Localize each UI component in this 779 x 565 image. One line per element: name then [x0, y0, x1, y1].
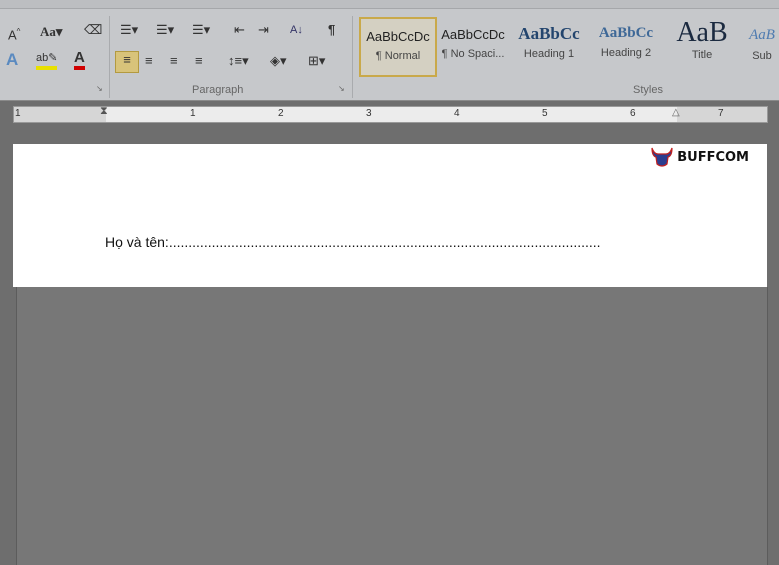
justify-icon[interactable]: ≡ [195, 53, 203, 69]
style-normal[interactable]: AaBbCcDc ¶ Normal [359, 17, 437, 77]
highlight-icon[interactable]: ab✎ [36, 50, 58, 70]
ribbon: A^ Aa▾ ⌫ A ab✎ A ☰▾ ☰▾ ☰▾ ⇤ ⇥ A↓ ¶ ≡ ≡ ≡… [0, 0, 779, 101]
style-label: ¶ No Spaci... [441, 48, 505, 60]
text-effects-icon[interactable]: A [6, 51, 18, 68]
style-preview: AaBbCc [518, 24, 580, 43]
right-indent-marker-icon[interactable]: △ [672, 107, 680, 118]
change-case-label: Aa [40, 24, 56, 39]
change-case-icon[interactable]: Aa▾ [40, 24, 62, 40]
font-color-icon[interactable]: A [74, 50, 85, 70]
bull-logo-icon [651, 147, 673, 167]
ruler-number: 1 [190, 108, 196, 119]
style-subtitle[interactable]: AaB Sub [742, 17, 779, 73]
style-heading-1[interactable]: AaBbCc Heading 1 [512, 17, 586, 73]
font-color-label: A [74, 49, 85, 66]
grow-font-icon[interactable]: A^ [8, 24, 20, 43]
ribbon-tab-strip [0, 0, 779, 9]
ruler-number: 7 [718, 108, 724, 119]
style-label: Heading 1 [523, 48, 575, 60]
sort-icon[interactable]: A↓ [290, 22, 303, 38]
divider [352, 16, 353, 98]
align-right-icon[interactable]: ≡ [170, 53, 178, 69]
decrease-indent-icon[interactable]: ⇤ [234, 22, 245, 38]
paragraph-dialog-launcher-icon[interactable]: ↘ [338, 84, 345, 93]
ruler-number: 1 [15, 108, 21, 119]
style-preview: AaBbCcDc [441, 27, 505, 42]
ruler-number: 2 [278, 108, 284, 119]
style-label: ¶ Normal [375, 50, 421, 62]
bullets-icon[interactable]: ☰▾ [120, 22, 138, 38]
style-no-spacing[interactable]: AaBbCcDc ¶ No Spaci... [436, 17, 510, 73]
style-label: Title [691, 49, 713, 61]
highlight-label: ab [36, 52, 49, 64]
logo-text: BUFFCOM [677, 149, 749, 165]
clear-formatting-icon[interactable]: ⌫ [84, 22, 102, 38]
style-label: Sub [752, 50, 772, 62]
styles-group-label: Styles [633, 84, 663, 96]
line-spacing-icon[interactable]: ↕≡▾ [228, 53, 249, 69]
style-title[interactable]: AaB Title [665, 17, 739, 73]
align-left-icon[interactable]: ≡ [115, 51, 139, 73]
borders-icon[interactable]: ⊞▾ [308, 53, 325, 69]
ruler-number: 5 [542, 108, 548, 119]
document-page-dimmed [16, 287, 768, 565]
style-preview: AaB [749, 27, 775, 43]
style-preview: AaBbCc [598, 25, 654, 41]
horizontal-ruler[interactable]: 1 1 2 3 4 5 6 7 ⧗ △ [13, 105, 768, 123]
divider [109, 16, 110, 98]
ruler-number: 4 [454, 108, 460, 119]
style-preview: AaB [676, 17, 728, 48]
font-dialog-launcher-icon[interactable]: ↘ [96, 84, 103, 93]
align-center-icon[interactable]: ≡ [145, 53, 153, 69]
increase-indent-icon[interactable]: ⇥ [258, 22, 269, 38]
paragraph-group-label: Paragraph [192, 84, 244, 96]
indent-marker-icon[interactable]: ⧗ [100, 105, 108, 118]
name-field-line[interactable]: Họ và tên:..............................… [105, 234, 601, 250]
style-heading-2[interactable]: AaBbCc Heading 2 [589, 17, 663, 73]
style-label: Heading 2 [600, 47, 652, 59]
buffcom-logo: BUFFCOM [650, 146, 749, 168]
document-page[interactable]: BUFFCOM Họ và tên:......................… [13, 144, 767, 287]
ruler-number: 6 [630, 108, 636, 119]
numbering-icon[interactable]: ☰▾ [156, 22, 174, 38]
multilevel-list-icon[interactable]: ☰▾ [192, 22, 210, 38]
style-preview: AaBbCcDc [366, 29, 430, 44]
show-formatting-icon[interactable]: ¶ [328, 22, 335, 38]
ruler-number: 3 [366, 108, 372, 119]
shading-icon[interactable]: ◈▾ [270, 53, 287, 69]
